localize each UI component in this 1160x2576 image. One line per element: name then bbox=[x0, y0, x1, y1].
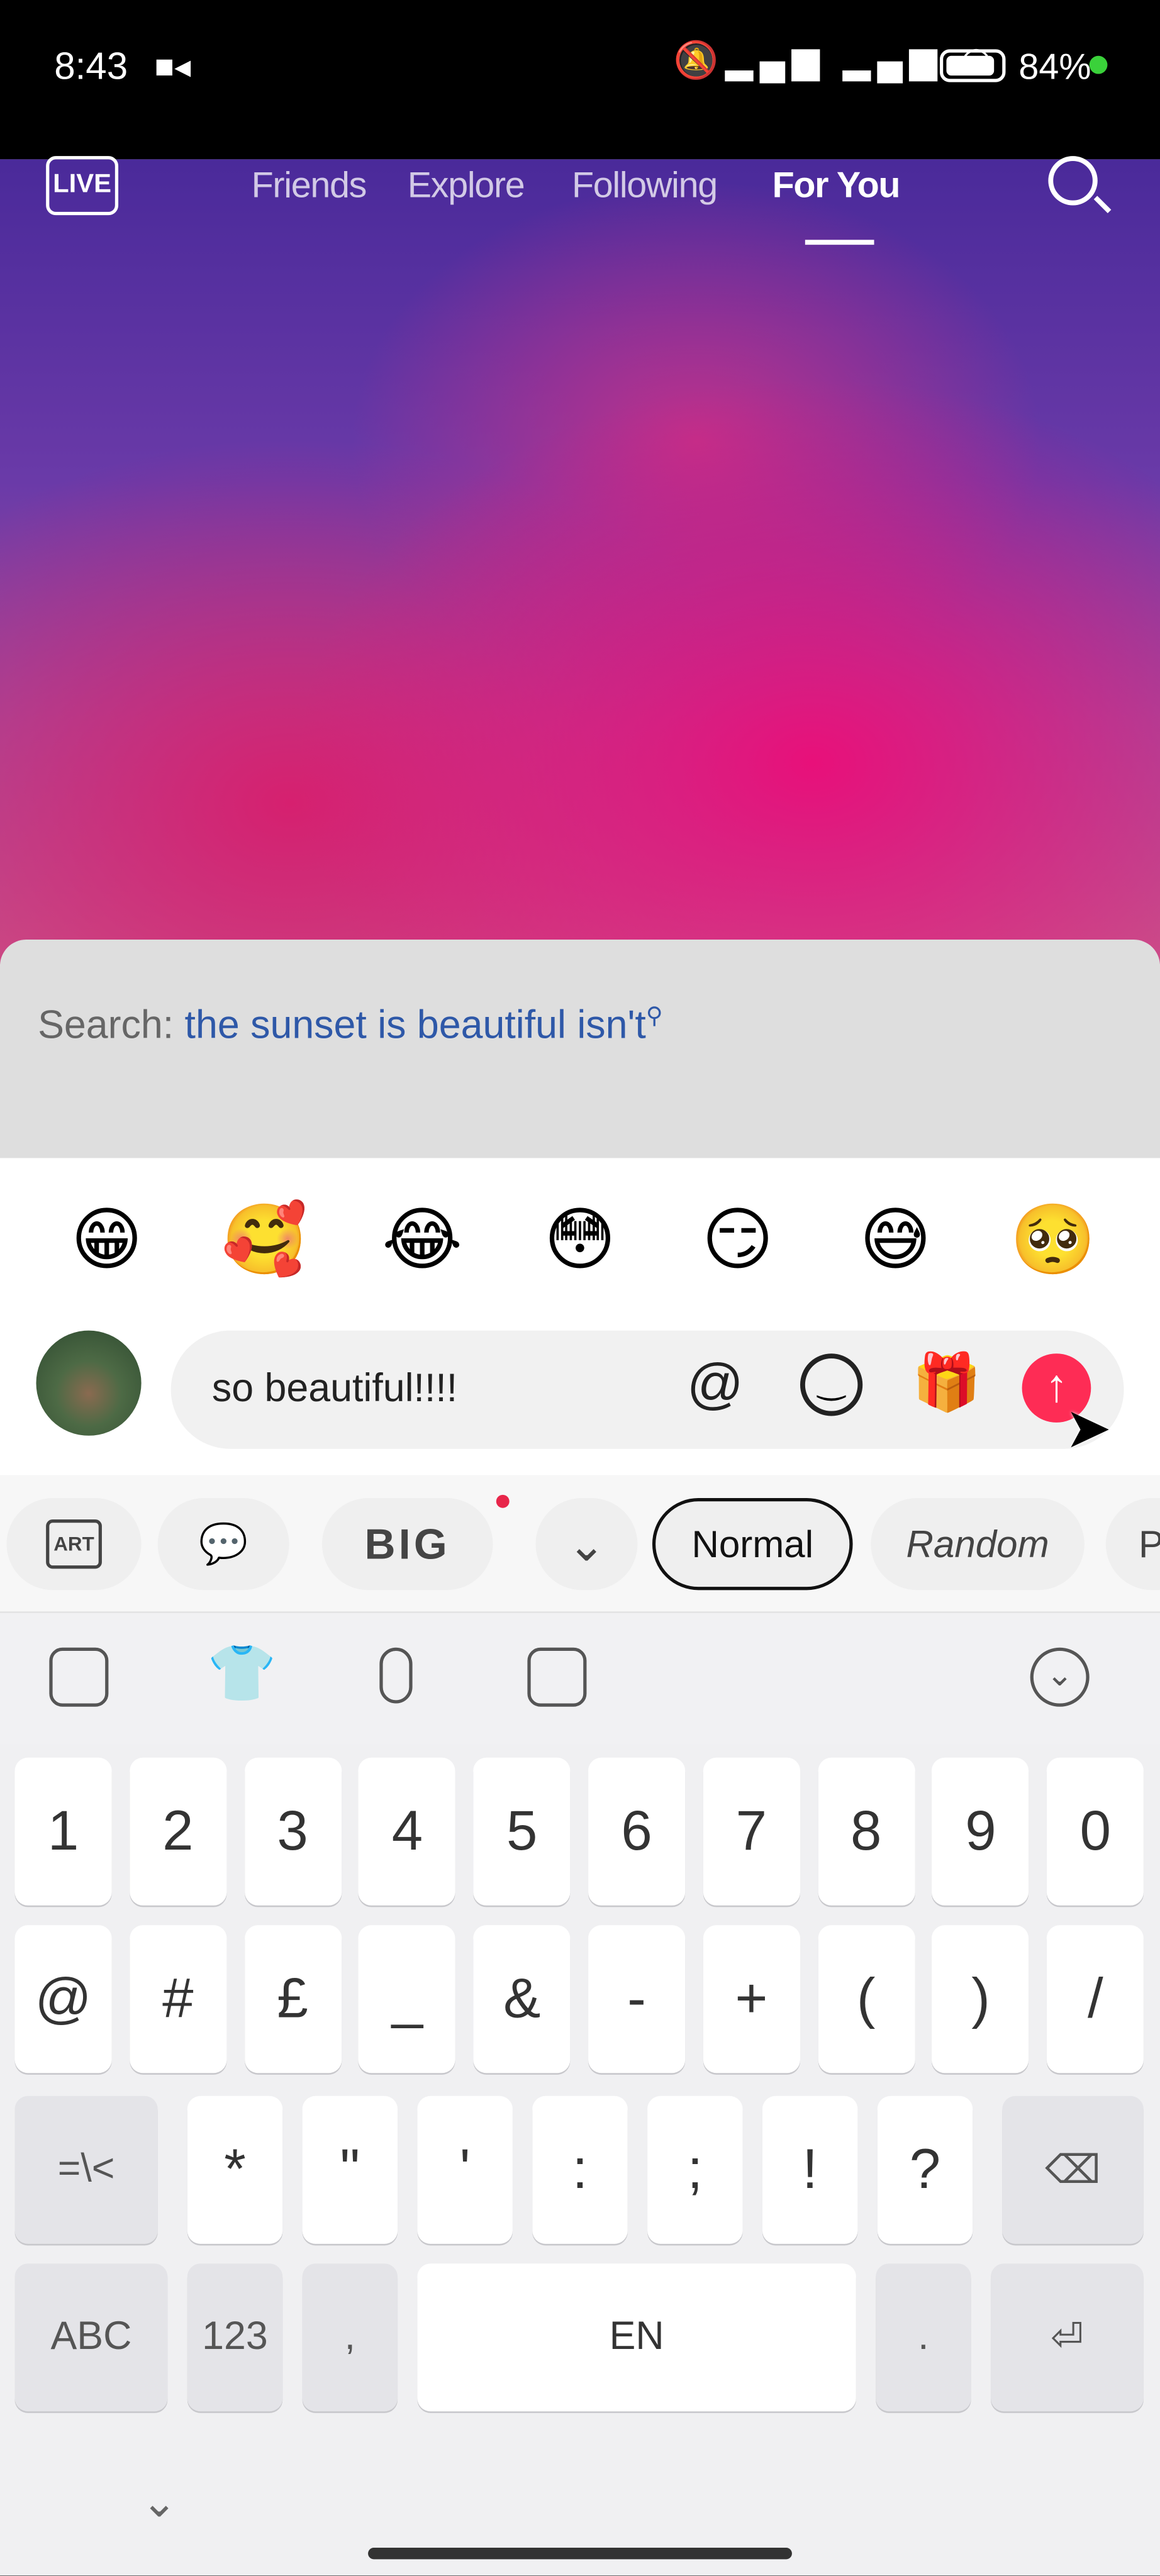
key[interactable]: & bbox=[473, 1925, 571, 2074]
comma-key[interactable]: , bbox=[302, 2263, 398, 2412]
live-button[interactable]: LIVE bbox=[46, 156, 119, 216]
numbers-key[interactable]: 123 bbox=[187, 2263, 283, 2412]
emoji-grin[interactable]: 😁 bbox=[57, 1199, 156, 1280]
battery-percent: 84% bbox=[1018, 46, 1091, 87]
key[interactable]: ! bbox=[762, 2096, 858, 2244]
tab-friends[interactable]: Friends bbox=[252, 164, 367, 207]
key[interactable]: 5 bbox=[473, 1757, 571, 1906]
key[interactable]: 4 bbox=[359, 1757, 456, 1906]
search-suggestion[interactable]: Search: the sunset is beautiful isn't⚲ bbox=[38, 1002, 663, 1050]
hide-keyboard-chevron-icon[interactable]: ⌄ bbox=[142, 2477, 177, 2528]
clipboard-smile-icon[interactable] bbox=[527, 1647, 587, 1707]
key[interactable]: ' bbox=[417, 2096, 513, 2244]
emoji-joy[interactable]: 😂 bbox=[373, 1199, 472, 1280]
key[interactable]: £ bbox=[244, 1925, 342, 2074]
active-tab-indicator bbox=[805, 240, 874, 245]
search-icon[interactable] bbox=[1048, 156, 1112, 214]
tab-explore[interactable]: Explore bbox=[408, 164, 525, 207]
key[interactable]: 8 bbox=[817, 1757, 915, 1906]
key[interactable]: ? bbox=[877, 2096, 973, 2244]
key[interactable]: / bbox=[1047, 1925, 1144, 2074]
sticker-text-icon[interactable]: 💬 bbox=[157, 1498, 289, 1591]
symbols-more-key[interactable]: =\< bbox=[14, 2096, 158, 2244]
emoji-hearts[interactable]: 🥰 bbox=[215, 1199, 314, 1282]
key[interactable]: # bbox=[129, 1925, 226, 2074]
key[interactable]: + bbox=[703, 1925, 800, 2074]
key[interactable]: * bbox=[187, 2096, 283, 2244]
tab-following[interactable]: Following bbox=[572, 164, 718, 207]
emoji-flushed[interactable]: 😳 bbox=[531, 1199, 630, 1280]
emoji-smirk[interactable]: 😏 bbox=[688, 1199, 787, 1280]
comment-text: so beautiful!!!! bbox=[211, 1367, 458, 1411]
key[interactable]: : bbox=[532, 2096, 628, 2244]
art-style-button[interactable]: ART bbox=[6, 1498, 142, 1591]
key[interactable]: 1 bbox=[14, 1757, 112, 1906]
style-normal[interactable]: Normal bbox=[652, 1498, 853, 1591]
period-key[interactable]: . bbox=[876, 2263, 971, 2412]
key[interactable]: 0 bbox=[1047, 1757, 1144, 1906]
home-indicator[interactable] bbox=[368, 2548, 792, 2560]
key[interactable]: - bbox=[588, 1925, 686, 2074]
key[interactable]: _ bbox=[359, 1925, 456, 2074]
emoji-pleading[interactable]: 🥺 bbox=[1004, 1199, 1103, 1282]
tshirt-theme-icon[interactable]: 👕 bbox=[207, 1641, 277, 1706]
key[interactable]: @ bbox=[14, 1925, 112, 2074]
status-bar: 8:43 ■◂ 🔕▂▄▆ ▂▄▆ ◠ 84% bbox=[0, 0, 1160, 160]
avatar[interactable] bbox=[36, 1330, 142, 1436]
mouse-cursor-icon: ➤ bbox=[1064, 1397, 1112, 1460]
battery-icon bbox=[940, 49, 1006, 82]
video-background[interactable] bbox=[0, 159, 1160, 965]
search-icon: ⚲ bbox=[645, 1002, 663, 1029]
key[interactable]: 2 bbox=[129, 1757, 226, 1906]
green-dot-icon bbox=[1089, 55, 1108, 74]
big-style-button[interactable]: BIG bbox=[321, 1498, 493, 1591]
key[interactable]: 7 bbox=[703, 1757, 800, 1906]
abc-key[interactable]: ABC bbox=[14, 2263, 168, 2412]
key[interactable]: ) bbox=[932, 1925, 1030, 2074]
emoji-sweat-smile[interactable]: 😅 bbox=[846, 1199, 945, 1280]
space-key[interactable]: EN bbox=[417, 2263, 856, 2412]
tab-for-you[interactable]: For You bbox=[772, 164, 901, 207]
key[interactable]: ( bbox=[817, 1925, 915, 2074]
comment-input[interactable]: so beautiful!!!! @ ‿ 🎁 ↑ bbox=[170, 1330, 1124, 1449]
style-random[interactable]: Random bbox=[871, 1498, 1085, 1591]
search-suggestion-panel[interactable]: Search: the sunset is beautiful isn't⚲ bbox=[0, 940, 1160, 1170]
emoji-icon[interactable]: ‿ bbox=[800, 1353, 863, 1416]
key[interactable]: 9 bbox=[932, 1757, 1030, 1906]
screen: 8:43 ■◂ 🔕▂▄▆ ▂▄▆ ◠ 84% LIVE Friends Expl… bbox=[0, 0, 1160, 2576]
collapse-keyboard-icon[interactable]: ⌄ bbox=[1030, 1647, 1090, 1707]
enter-key[interactable]: ⏎ bbox=[990, 2263, 1144, 2412]
backspace-key[interactable]: ⌫ bbox=[1002, 2096, 1144, 2244]
sticker-emoji-icon[interactable] bbox=[49, 1647, 109, 1707]
mention-button[interactable]: @ bbox=[687, 1353, 744, 1418]
status-time: 8:43 bbox=[54, 44, 128, 87]
notification-dot bbox=[496, 1494, 510, 1508]
microphone-icon[interactable] bbox=[379, 1647, 413, 1704]
key[interactable]: 3 bbox=[244, 1757, 342, 1906]
key[interactable]: " bbox=[302, 2096, 398, 2244]
video-camera-icon: ■◂ bbox=[154, 49, 191, 86]
chevron-down-icon[interactable]: ⌄ bbox=[535, 1498, 638, 1591]
key[interactable]: ; bbox=[647, 2096, 743, 2244]
key[interactable]: 6 bbox=[588, 1757, 686, 1906]
gift-icon[interactable]: 🎁 bbox=[912, 1350, 982, 1416]
